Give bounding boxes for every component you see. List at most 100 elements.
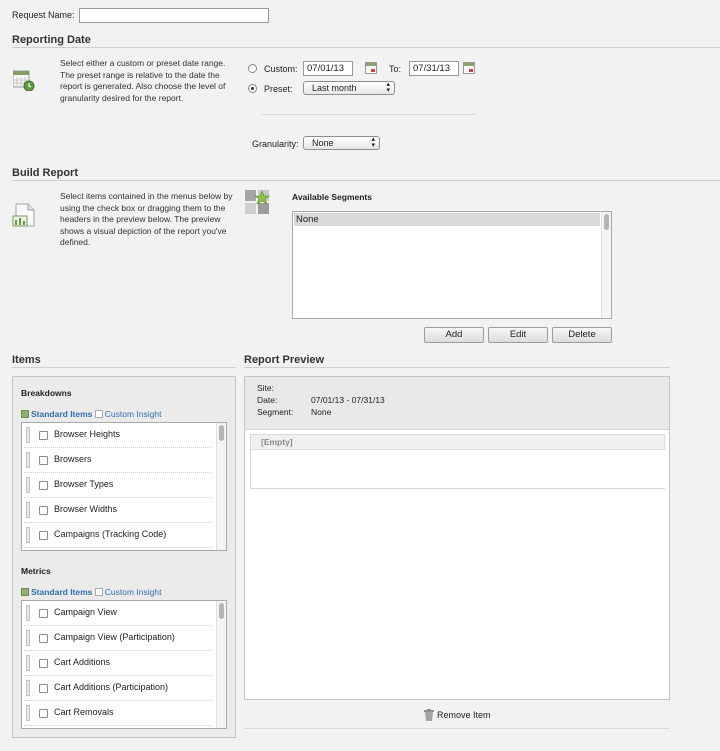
drag-handle-icon[interactable] <box>26 477 30 493</box>
calendar-picker-to-icon[interactable] <box>463 62 475 74</box>
segment-label: Segment: <box>257 407 294 417</box>
request-name-input[interactable] <box>79 8 269 23</box>
segment-option-label: None <box>296 214 319 225</box>
breakdowns-tab-custom[interactable]: Custom Insight <box>94 409 161 419</box>
drag-handle-icon[interactable] <box>26 605 30 621</box>
segments-listbox[interactable]: None <box>292 211 612 319</box>
report-builder-icon <box>12 202 38 228</box>
empty-label: [Empty] <box>261 437 293 447</box>
breakdown-item[interactable]: Browsers <box>24 448 212 473</box>
drag-handle-icon[interactable] <box>26 630 30 646</box>
metric-item-label: Campaign View <box>54 607 117 617</box>
preset-label: Preset: <box>264 84 293 94</box>
preview-drop-area[interactable] <box>250 450 665 489</box>
edit-button[interactable]: Edit <box>488 327 548 343</box>
drag-handle-icon[interactable] <box>26 502 30 518</box>
custom-from-input[interactable]: 07/01/13 <box>303 61 353 76</box>
site-label: Site: <box>257 383 275 393</box>
breakdown-item-label: Campaigns (Tracking Code) <box>54 529 167 539</box>
metric-item[interactable]: Campaign View <box>24 601 212 626</box>
metrics-list[interactable]: Campaign View Campaign View (Participati… <box>21 600 227 729</box>
select-arrows-icon: ▴ ▾ <box>386 81 390 94</box>
metric-item-label: Campaign View (Participation) <box>54 632 175 642</box>
to-label: To: <box>389 64 402 74</box>
metric-item[interactable]: Cart Additions (Participation) <box>24 676 212 701</box>
breakdowns-title: Breakdowns <box>21 388 72 398</box>
build-report-title: Build Report <box>12 167 78 179</box>
breakdowns-list[interactable]: Browser Heights Browsers Browser Types B… <box>21 422 227 551</box>
drag-handle-icon[interactable] <box>26 452 30 468</box>
remove-item-button[interactable]: Remove Item <box>437 710 491 720</box>
breakdown-item[interactable]: Browser Heights <box>24 423 212 448</box>
custom-to-input[interactable]: 07/31/13 <box>409 61 459 76</box>
drag-handle-icon[interactable] <box>26 680 30 696</box>
metric-item-label: Cart Removals <box>54 707 114 717</box>
reporting-date-title: Reporting Date <box>12 34 91 46</box>
preview-drop-header[interactable]: [Empty] <box>250 434 665 450</box>
metric-checkbox[interactable] <box>39 709 48 718</box>
metrics-title: Metrics <box>21 566 51 576</box>
trash-icon[interactable] <box>424 709 434 721</box>
breakdown-item[interactable]: Browser Widths <box>24 498 212 523</box>
date-label: Date: <box>257 395 278 405</box>
segment-value: None <box>311 407 332 417</box>
breakdown-checkbox[interactable] <box>39 456 48 465</box>
drag-handle-icon[interactable] <box>26 655 30 671</box>
breakdowns-tabs: Standard Items Custom Insight <box>21 409 161 419</box>
metrics-tabs: Standard Items Custom Insight <box>21 587 161 597</box>
metric-checkbox[interactable] <box>39 684 48 693</box>
custom-label: Custom: <box>264 64 298 74</box>
drag-handle-icon[interactable] <box>26 705 30 721</box>
select-arrows-icon: ▴ ▾ <box>371 136 375 149</box>
breakdowns-scrollbar[interactable] <box>216 423 226 550</box>
breakdown-item[interactable]: Campaigns (Tracking Code) <box>24 523 212 548</box>
calendar-icon <box>12 69 35 92</box>
metric-item-label: Cart Additions <box>54 657 111 667</box>
metrics-tab-custom[interactable]: Custom Insight <box>94 587 161 597</box>
metric-item[interactable]: Cart Removals <box>24 701 212 726</box>
breakdown-item-label: Browser Types <box>54 479 114 489</box>
items-title: Items <box>12 354 41 366</box>
metric-checkbox[interactable] <box>39 609 48 618</box>
custom-radio[interactable] <box>248 64 257 73</box>
drag-handle-icon[interactable] <box>26 427 30 443</box>
calendar-picker-from-icon[interactable] <box>365 62 377 74</box>
drag-handle-icon[interactable] <box>26 527 30 543</box>
metric-item[interactable]: Campaign View (Participation) <box>24 626 212 651</box>
breakdown-checkbox[interactable] <box>39 506 48 515</box>
breakdown-item-label: Browsers <box>54 454 92 464</box>
breakdown-checkbox[interactable] <box>39 481 48 490</box>
metrics-scrollbar[interactable] <box>216 601 226 728</box>
breakdown-checkbox[interactable] <box>39 431 48 440</box>
preset-select-value: Last month <box>312 83 357 93</box>
metric-checkbox[interactable] <box>39 659 48 668</box>
preset-radio[interactable] <box>248 84 257 93</box>
breakdown-item-label: Browser Widths <box>54 504 118 514</box>
available-segments-title: Available Segments <box>292 192 372 202</box>
report-preview-title: Report Preview <box>244 354 325 366</box>
breakdown-item-label: Browser Heights <box>54 429 121 439</box>
metric-checkbox[interactable] <box>39 634 48 643</box>
granularity-select[interactable]: None ▴ ▾ <box>303 136 380 150</box>
add-button[interactable]: Add <box>424 327 484 343</box>
standard-items-icon <box>21 588 29 596</box>
breakdown-checkbox[interactable] <box>39 531 48 540</box>
segment-option[interactable]: None <box>294 213 600 226</box>
breakdown-item[interactable]: Browser Types <box>24 473 212 498</box>
metric-item-label: Cart Additions (Participation) <box>54 682 169 692</box>
build-report-description: Select items contained in the menus belo… <box>60 191 233 247</box>
preview-header <box>245 377 669 430</box>
custom-insight-icon <box>94 410 103 418</box>
standard-items-icon <box>21 410 29 418</box>
report-preview-panel: Site: Date: 07/01/13 - 07/31/13 Segment:… <box>244 376 670 700</box>
metrics-tab-standard[interactable]: Standard Items <box>21 587 92 597</box>
segments-scrollbar[interactable] <box>601 212 611 318</box>
granularity-select-value: None <box>312 138 334 148</box>
request-name-label: Request Name: <box>12 10 75 20</box>
granularity-label: Granularity: <box>252 139 299 149</box>
preset-select[interactable]: Last month ▴ ▾ <box>303 81 395 95</box>
delete-button[interactable]: Delete <box>552 327 612 343</box>
breakdowns-tab-standard[interactable]: Standard Items <box>21 409 92 419</box>
metric-item[interactable]: Cart Additions <box>24 651 212 676</box>
segments-icon <box>244 189 270 215</box>
